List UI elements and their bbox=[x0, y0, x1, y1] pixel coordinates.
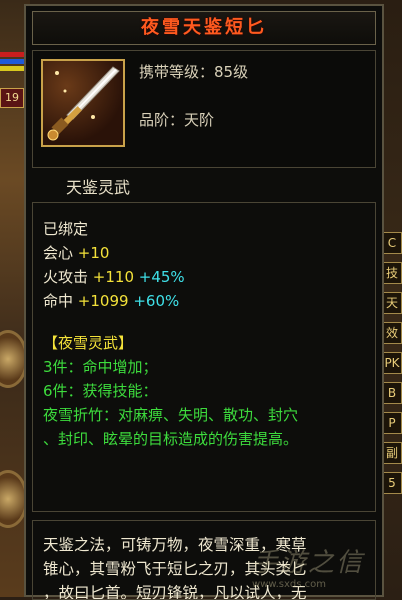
stat-fire-attack: 火攻击 +110 +45% bbox=[43, 265, 365, 289]
stat-hit: 命中 +1099 +60% bbox=[43, 289, 365, 313]
side-tab[interactable]: C bbox=[382, 232, 402, 254]
side-tab[interactable]: PK bbox=[382, 352, 402, 374]
set-skill-line: 夜雪折竹：对麻痹、失明、散功、封穴 bbox=[43, 406, 299, 424]
set-skill-line: 、封印、眩晕的目标造成的伤害提高。 bbox=[43, 430, 299, 448]
set-name: 【夜雪灵武】 bbox=[43, 334, 134, 352]
set-bonus-6: 6件：获得技能： bbox=[43, 382, 158, 400]
player-level-badge: 19 bbox=[0, 88, 24, 108]
side-tab[interactable]: 天 bbox=[382, 292, 402, 314]
stat-crit: 会心 +10 bbox=[43, 241, 365, 265]
stat-value: +1099 bbox=[77, 292, 129, 310]
item-category: 天鉴灵武 bbox=[66, 178, 131, 197]
item-tooltip: 夜雪天鉴短匕 携带等级：85级 品阶：天阶 天鉴灵武 已绑定 会心 +10 火攻… bbox=[24, 4, 384, 600]
side-tab[interactable]: P bbox=[382, 412, 402, 434]
item-stats: 已绑定 会心 +10 火攻击 +110 +45% 命中 +1099 +60% 【… bbox=[32, 202, 376, 512]
watermark-url: www.sxds.com bbox=[252, 579, 327, 590]
item-grade: 品阶：天阶 bbox=[139, 111, 215, 129]
required-level: 携带等级：85级 bbox=[139, 63, 249, 81]
side-tab[interactable]: 技 bbox=[382, 262, 402, 284]
watermark-brand: 手游之信 bbox=[252, 548, 365, 578]
stat-bonus: +45% bbox=[138, 268, 185, 286]
stat-value: +10 bbox=[77, 244, 110, 262]
side-tab[interactable]: 效 bbox=[382, 322, 402, 344]
bound-status: 已绑定 bbox=[43, 220, 89, 238]
site-watermark: 手游之信 www.sxds.com bbox=[252, 542, 400, 594]
stat-label: 火攻击 bbox=[43, 268, 89, 286]
stat-bonus: +60% bbox=[133, 292, 180, 310]
stat-label: 会心 bbox=[43, 244, 74, 262]
dagger-icon bbox=[41, 59, 125, 147]
item-name: 夜雪天鉴短匕 bbox=[32, 11, 376, 45]
item-header: 携带等级：85级 品阶：天阶 bbox=[32, 50, 376, 168]
set-bonus-3: 3件：命中增加； bbox=[43, 358, 158, 376]
side-tab[interactable]: 5 bbox=[382, 472, 402, 494]
side-tab[interactable]: 副 bbox=[382, 442, 402, 464]
stat-value: +110 bbox=[92, 268, 134, 286]
side-tab[interactable]: B bbox=[382, 382, 402, 404]
stat-label: 命中 bbox=[43, 292, 74, 310]
